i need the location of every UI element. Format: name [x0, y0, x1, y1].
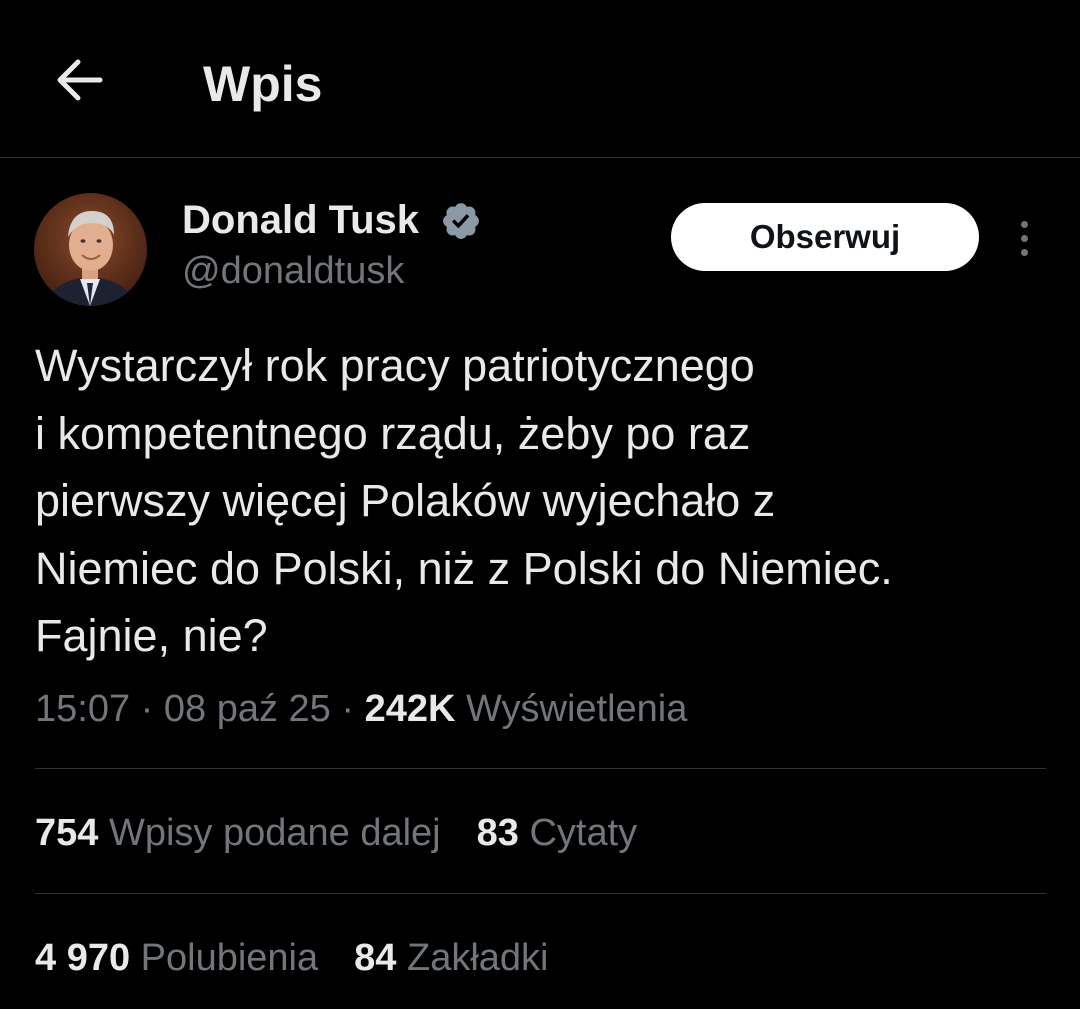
- page-title: Wpis: [203, 56, 323, 112]
- bookmarks-count: 84: [354, 937, 397, 979]
- likes-count: 4 970: [35, 937, 131, 979]
- author-name[interactable]: Donald Tusk: [182, 197, 419, 243]
- avatar[interactable]: [34, 193, 147, 306]
- views-label: Wyświetlenia: [465, 688, 688, 730]
- tweet-text: Wystarczył rok pracy patriotycznego i ko…: [35, 340, 893, 661]
- quotes-count: 83: [476, 812, 519, 854]
- follow-button[interactable]: Obserwuj: [671, 203, 979, 271]
- stats-row-reposts: 754 Wpisy podane dalej 83 Cytaty: [35, 808, 637, 858]
- top-bar: Wpis: [0, 0, 1080, 158]
- views-count: 242K: [364, 688, 456, 730]
- divider: [35, 893, 1046, 894]
- more-options-button[interactable]: [1004, 210, 1044, 266]
- quotes-label: Cytaty: [529, 812, 638, 854]
- back-button[interactable]: [48, 52, 110, 108]
- quotes-stat[interactable]: 83 Cytaty: [477, 808, 638, 858]
- author-handle[interactable]: @donaldtusk: [182, 248, 404, 294]
- likes-stat[interactable]: 4 970 Polubienia: [35, 933, 318, 983]
- profile-photo: [34, 193, 147, 306]
- tweet-meta: 15:07 · 08 paź 25 · 242K Wyświetlenia: [35, 684, 687, 734]
- more-vertical-icon-dot: [1020, 248, 1028, 256]
- stats-row-likes: 4 970 Polubienia 84 Zakładki: [35, 933, 548, 983]
- divider: [35, 768, 1046, 769]
- reposts-stat[interactable]: 754 Wpisy podane dalej: [35, 808, 441, 858]
- reposts-label: Wpisy podane dalej: [108, 812, 441, 854]
- bookmarks-stat[interactable]: 84 Zakładki: [354, 933, 548, 983]
- more-vertical-icon-dot: [1020, 234, 1028, 242]
- tweet-date[interactable]: 08 paź 25: [164, 688, 331, 730]
- arrow-left-icon: [57, 59, 103, 101]
- tweet-time[interactable]: 15:07: [35, 688, 130, 730]
- reposts-count: 754: [35, 812, 99, 854]
- verified-badge-icon: [443, 203, 479, 239]
- likes-label: Polubienia: [140, 937, 319, 979]
- more-vertical-icon: [1020, 220, 1028, 228]
- meta-separator: ·: [140, 688, 154, 730]
- meta-separator: ·: [341, 688, 355, 730]
- bookmarks-label: Zakładki: [406, 937, 549, 979]
